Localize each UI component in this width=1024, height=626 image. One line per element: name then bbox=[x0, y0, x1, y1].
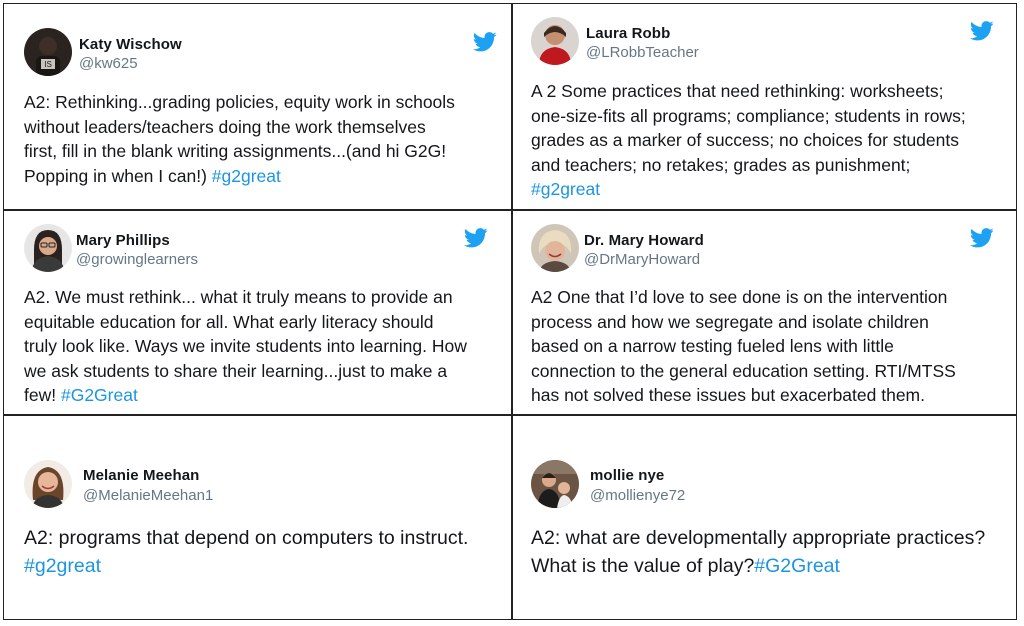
avatar[interactable] bbox=[24, 460, 72, 508]
tweet-line: A2: programs that depend on computers to… bbox=[24, 527, 469, 549]
hashtag-link[interactable]: #g2great bbox=[24, 555, 101, 577]
tweet-text: A2: Rethinking...grading policies, equit… bbox=[24, 90, 494, 188]
user-handle[interactable]: @mollienye72 bbox=[590, 487, 685, 504]
tweet-line: What is the value of play? bbox=[531, 555, 755, 577]
twitter-bird-icon[interactable] bbox=[970, 21, 994, 41]
svg-text:IS: IS bbox=[44, 60, 52, 69]
tweet-text: A2. We must rethink... what it truly mea… bbox=[24, 285, 494, 408]
tweet-card[interactable]: mollie nye @mollienye72 A2: what are dev… bbox=[511, 415, 1016, 620]
tweet-card[interactable]: Melanie Meehan @MelanieMeehan1 A2: progr… bbox=[4, 415, 509, 620]
display-name[interactable]: Laura Robb bbox=[586, 25, 670, 42]
tweet-line: grades as a marker of success; no choice… bbox=[531, 130, 959, 150]
twitter-bird-icon[interactable] bbox=[473, 32, 497, 52]
tweet-card[interactable]: Dr. Mary Howard @DrMaryHoward A2 One tha… bbox=[511, 209, 1016, 413]
avatar[interactable] bbox=[24, 224, 72, 272]
tweet-line: A 2 Some practices that need rethinking:… bbox=[531, 81, 944, 101]
tweet-text: A2: programs that depend on computers to… bbox=[24, 524, 494, 580]
tweet-line: Popping in when I can!) bbox=[24, 165, 212, 186]
tweet-line: few! bbox=[24, 385, 61, 405]
tweet-line: A2: Rethinking...grading policies, equit… bbox=[24, 92, 455, 112]
avatar[interactable] bbox=[531, 224, 579, 272]
tweet-line: based on a narrow testing fueled lens wi… bbox=[531, 336, 894, 356]
hashtag-link[interactable]: #g2great bbox=[212, 166, 281, 186]
tweet-line: A2: what are developmentally appropriate… bbox=[531, 527, 986, 549]
hashtag-link[interactable]: #g2great bbox=[531, 179, 600, 199]
tweet-card[interactable]: Mary Phillips @growinglearners A2. We mu… bbox=[4, 209, 509, 413]
display-name[interactable]: Melanie Meehan bbox=[83, 467, 199, 484]
user-handle[interactable]: @growinglearners bbox=[76, 251, 198, 268]
tweet-line: has not solved these issues but exacerba… bbox=[531, 385, 925, 405]
twitter-bird-icon[interactable] bbox=[464, 228, 488, 248]
twitter-bird-icon[interactable] bbox=[970, 228, 994, 248]
avatar[interactable] bbox=[531, 17, 579, 65]
hashtag-link[interactable]: #G2Great bbox=[61, 385, 138, 405]
hashtag-link[interactable]: #G2Great bbox=[754, 555, 840, 577]
tweet-line: without leaders/teachers doing the work … bbox=[24, 116, 426, 137]
tweet-line: one-size-fits all programs; compliance; … bbox=[531, 105, 966, 126]
user-handle[interactable]: @DrMaryHoward bbox=[584, 251, 700, 268]
tweet-card[interactable]: Laura Robb @LRobbTeacher A 2 Some practi… bbox=[511, 4, 1016, 208]
tweet-line: connection to the general education sett… bbox=[531, 360, 956, 381]
tweet-line: A2. We must rethink... what it truly mea… bbox=[24, 287, 453, 307]
user-handle[interactable]: @LRobbTeacher bbox=[586, 44, 699, 61]
tweet-card[interactable]: IS Katy Wischow @kw625 A2: Rethinking...… bbox=[4, 4, 509, 208]
tweet-text: A2 One that I’d love to see done is on t… bbox=[531, 285, 1001, 408]
avatar[interactable]: IS bbox=[24, 28, 72, 76]
tweet-line: we ask students to share their learning.… bbox=[24, 360, 448, 381]
user-handle[interactable]: @MelanieMeehan1 bbox=[83, 487, 213, 504]
tweet-line: process and how we segregate and isolate… bbox=[531, 311, 929, 332]
display-name[interactable]: mollie nye bbox=[590, 467, 664, 484]
tweet-line: and teachers; no retakes; grades as puni… bbox=[531, 154, 911, 175]
tweet-text: A 2 Some practices that need rethinking:… bbox=[531, 79, 1001, 202]
user-handle[interactable]: @kw625 bbox=[79, 55, 138, 72]
avatar[interactable] bbox=[531, 460, 579, 508]
tweet-line: equitable education for all. What early … bbox=[24, 311, 434, 332]
tweet-line: A2 One that I’d love to see done is on t… bbox=[531, 287, 948, 307]
tweet-line: first, fill in the blank writing assignm… bbox=[24, 141, 447, 161]
tweet-text: A2: what are developmentally appropriate… bbox=[531, 524, 1001, 580]
display-name[interactable]: Katy Wischow bbox=[79, 36, 182, 53]
display-name[interactable]: Dr. Mary Howard bbox=[584, 232, 704, 249]
display-name[interactable]: Mary Phillips bbox=[76, 232, 170, 249]
tweet-line: truly look like. Ways we invite students… bbox=[24, 336, 467, 356]
